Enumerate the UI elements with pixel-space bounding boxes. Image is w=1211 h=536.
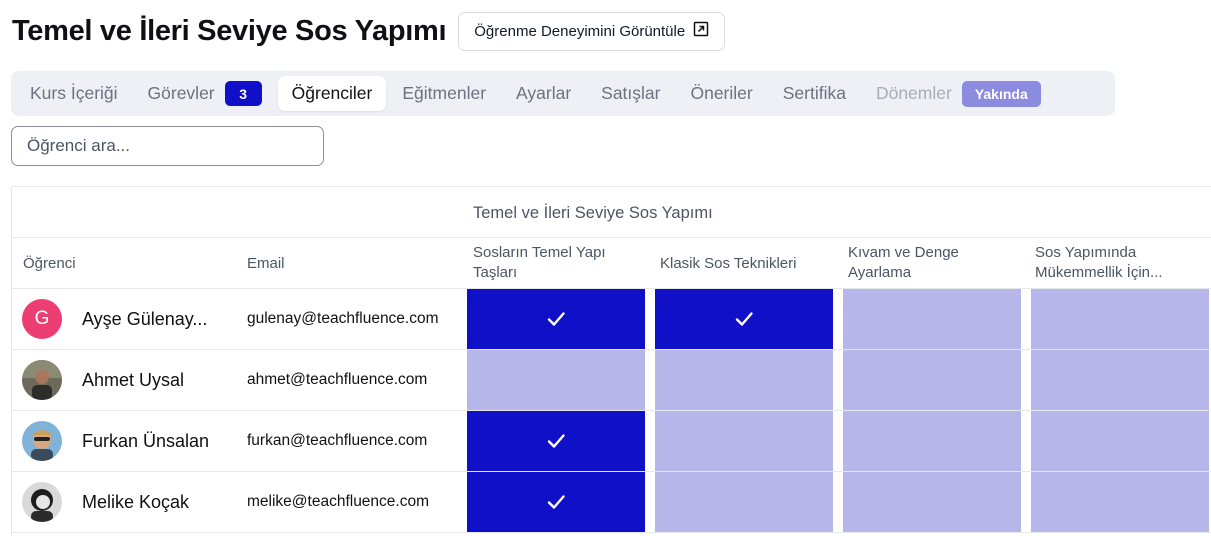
tab-label: Dönemler xyxy=(875,83,952,103)
tab-label: Öğrenciler xyxy=(291,83,373,103)
page-title: Temel ve İleri Seviye Sos Yapımı xyxy=(12,14,447,47)
module-progress-cell xyxy=(843,411,1021,471)
avatar xyxy=(22,360,62,400)
course-group-header: Temel ve İleri Seviye Sos Yapımı xyxy=(12,187,1211,238)
student-email: melike@teachfluence.com xyxy=(247,493,430,510)
module-progress-cell xyxy=(1031,472,1209,532)
tab-tasks[interactable]: Görevler 3 xyxy=(134,76,276,111)
tab-recommendations[interactable]: Öneriler xyxy=(676,76,766,111)
student-email: furkan@teachfluence.com xyxy=(247,432,428,449)
module-progress-cell xyxy=(655,350,833,410)
tab-students[interactable]: Öğrenciler xyxy=(277,76,387,111)
avatar xyxy=(22,421,62,461)
column-header-student: Öğrenci xyxy=(23,255,76,272)
tab-label: Ayarlar xyxy=(516,83,572,103)
student-name: Furkan Ünsalan xyxy=(82,431,210,451)
tab-periods: Dönemler Yakında xyxy=(862,76,1055,111)
column-header-module: Sosların Temel Yapı Taşları xyxy=(473,244,606,281)
student-email: ahmet@teachfluence.com xyxy=(247,371,428,388)
student-name: Ayşe Gülenay... xyxy=(82,309,208,329)
tab-label: Görevler xyxy=(147,83,215,103)
check-icon xyxy=(547,495,565,509)
module-progress-cell xyxy=(843,350,1021,410)
check-icon xyxy=(547,312,565,326)
tab-sales[interactable]: Satışlar xyxy=(587,76,674,111)
module-progress-cell xyxy=(467,350,645,410)
check-icon xyxy=(547,434,565,448)
column-header-module: Sos Yapımında Mükemmellik İçin... xyxy=(1035,244,1163,281)
module-progress-cell xyxy=(655,472,833,532)
column-header-module: Klasik Sos Teknikleri xyxy=(660,255,797,272)
view-button-label: Öğrenme Deneyimini Görüntüle xyxy=(474,22,686,40)
tab-course-content[interactable]: Kurs İçeriği xyxy=(16,76,132,111)
tab-label: Öneriler xyxy=(690,83,753,103)
module-progress-cell xyxy=(655,289,833,349)
student-search-input[interactable] xyxy=(11,126,324,166)
tab-instructors[interactable]: Eğitmenler xyxy=(388,76,500,111)
table-row[interactable]: G Ayşe Gülenay... gulenay@teachfluence.c… xyxy=(12,289,1211,350)
module-progress-cell xyxy=(843,472,1021,532)
tab-label: Eğitmenler xyxy=(402,83,487,103)
student-name: Melike Koçak xyxy=(82,492,190,512)
tab-settings[interactable]: Ayarlar xyxy=(502,76,585,111)
avatar: G xyxy=(22,299,62,339)
tab-label: Kurs İçeriği xyxy=(30,83,118,103)
module-progress-cell xyxy=(655,411,833,471)
module-progress-cell xyxy=(1031,411,1209,471)
table-header-row: Öğrenci Email Sosların Temel Yapı Taşlar… xyxy=(12,238,1211,289)
column-header-email: Email xyxy=(247,255,285,272)
check-icon xyxy=(735,312,753,326)
page-header: Temel ve İleri Seviye Sos Yapımı Öğrenme… xyxy=(12,11,726,51)
tab-label: Sertifika xyxy=(782,83,846,103)
table-row[interactable]: Melike Koçak melike@teachfluence.com xyxy=(12,472,1211,533)
module-progress-cell xyxy=(1031,350,1209,410)
module-progress-cell xyxy=(467,472,645,532)
course-group-title: Temel ve İleri Seviye Sos Yapımı xyxy=(473,204,713,222)
student-name: Ahmet Uysal xyxy=(82,370,185,390)
module-progress-cell xyxy=(1031,289,1209,349)
avatar xyxy=(22,482,62,522)
column-header-module: Kıvam ve Denge Ayarlama xyxy=(848,244,959,281)
table-row[interactable]: Ahmet Uysal ahmet@teachfluence.com xyxy=(12,350,1211,411)
student-progress-table: Temel ve İleri Seviye Sos Yapımı Öğrenci… xyxy=(11,186,1211,536)
module-progress-cell xyxy=(843,289,1021,349)
view-learning-experience-button[interactable]: Öğrenme Deneyimini Görüntüle xyxy=(458,11,726,51)
tab-certificate[interactable]: Sertifika xyxy=(769,76,860,111)
student-email: gulenay@teachfluence.com xyxy=(247,310,439,327)
tab-label: Satışlar xyxy=(601,83,661,103)
coming-soon-badge: Yakında xyxy=(961,80,1041,107)
module-progress-cell xyxy=(467,289,645,349)
tasks-count-badge: 3 xyxy=(224,81,262,106)
table-row[interactable]: Furkan Ünsalan furkan@teachfluence.com xyxy=(12,411,1211,472)
external-link-icon xyxy=(693,21,709,41)
course-tabs: Kurs İçeriği Görevler 3 Öğrenciler Eğitm… xyxy=(11,71,1115,116)
module-progress-cell xyxy=(467,411,645,471)
